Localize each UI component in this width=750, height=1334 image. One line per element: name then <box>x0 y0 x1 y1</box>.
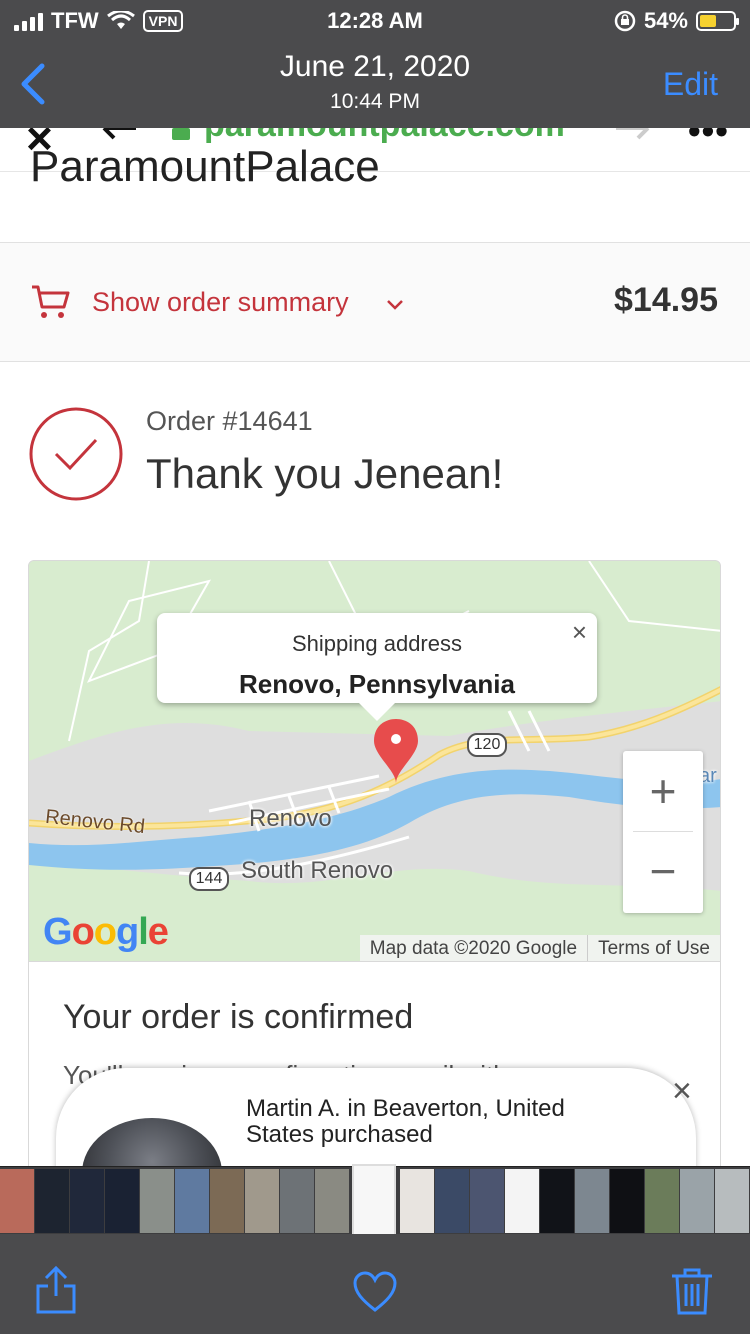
shipping-address-popup: Shipping address Renovo, Pennsylvania × <box>157 613 597 721</box>
route-shield: 144 <box>189 867 229 891</box>
thank-you-heading: Thank you Jenean! <box>146 450 504 497</box>
divider <box>633 831 693 832</box>
thumbnail[interactable] <box>105 1169 139 1233</box>
thumbnail[interactable] <box>70 1169 104 1233</box>
thumbnail[interactable] <box>315 1169 349 1233</box>
map-footer: Map data ©2020 Google Terms of Use <box>359 935 720 961</box>
thumbnail[interactable] <box>470 1169 504 1233</box>
google-logo: Google <box>43 911 169 953</box>
store-name: ParamountPalace <box>30 128 630 190</box>
edit-button[interactable]: Edit <box>663 66 718 103</box>
photos-top-bar: TFW VPN 12:28 AM 54% June 21, 2020 10:44… <box>0 0 750 128</box>
zoom-out-button[interactable]: − <box>623 833 703 913</box>
thumbnail[interactable] <box>280 1169 314 1233</box>
thumbnail[interactable] <box>210 1169 244 1233</box>
thumbnail[interactable] <box>245 1169 279 1233</box>
share-icon[interactable] <box>34 1264 78 1316</box>
thumbnail[interactable] <box>540 1169 574 1233</box>
order-confirmed-title: Your order is confirmed <box>63 998 414 1036</box>
route-shield: 120 <box>467 733 507 757</box>
checkmark-circle-icon <box>29 407 123 501</box>
thumbnail[interactable] <box>645 1169 679 1233</box>
rotation-lock-icon <box>614 10 636 32</box>
photo-time: 10:44 PM <box>330 90 420 113</box>
photo-date: June 21, 2020 <box>279 50 471 83</box>
thumbnail[interactable] <box>140 1169 174 1233</box>
thumbnail[interactable] <box>715 1169 749 1233</box>
map-data-attribution: Map data ©2020 Google <box>369 938 578 959</box>
bottom-toolbar <box>0 1234 750 1334</box>
zoom-controls: + − <box>623 751 703 913</box>
thumbnail[interactable] <box>680 1169 714 1233</box>
heart-icon[interactable] <box>352 1270 398 1312</box>
thumbnail[interactable] <box>610 1169 644 1233</box>
selected-thumbnail[interactable] <box>352 1164 396 1236</box>
terms-of-use-link[interactable]: Terms of Use <box>587 935 720 961</box>
close-icon[interactable]: × <box>672 1072 692 1111</box>
status-right: 54% <box>614 8 739 34</box>
thumbnail[interactable] <box>435 1169 469 1233</box>
chevron-down-icon <box>387 300 403 310</box>
popup-address: Renovo, Pennsylvania <box>239 669 515 699</box>
battery-icon <box>696 11 739 31</box>
thumbnail[interactable] <box>400 1169 434 1233</box>
store-name-text: ParamountPalace <box>30 142 380 190</box>
place-label: South Renovo <box>241 857 394 884</box>
thumbnail[interactable] <box>35 1169 69 1233</box>
purchase-notification-text: Martin A. in Beaverton, United States pu… <box>246 1095 565 1148</box>
thumbnail[interactable] <box>0 1169 34 1233</box>
order-total: $14.95 <box>614 281 718 319</box>
trash-icon[interactable] <box>670 1266 714 1316</box>
thumbnail[interactable] <box>175 1169 209 1233</box>
thumbnail[interactable] <box>505 1169 539 1233</box>
status-bar: TFW VPN 12:28 AM 54% <box>0 0 750 44</box>
order-summary-bar[interactable]: Show order summary $14.95 <box>0 242 750 362</box>
more-icon[interactable]: ••• <box>688 128 729 152</box>
cart-icon <box>32 285 70 318</box>
close-icon[interactable]: × <box>572 617 587 648</box>
battery-percent: 54% <box>643 8 688 33</box>
order-number: Order #14641 <box>146 406 313 436</box>
thumbnail[interactable] <box>575 1169 609 1233</box>
popup-title: Shipping address <box>291 631 462 656</box>
show-order-summary-link[interactable]: Show order summary <box>92 287 349 318</box>
place-label: Renovo <box>249 805 332 832</box>
zoom-in-button[interactable]: + <box>623 751 703 831</box>
shipping-map[interactable]: Shipping address Renovo, Pennsylvania × … <box>28 560 721 962</box>
